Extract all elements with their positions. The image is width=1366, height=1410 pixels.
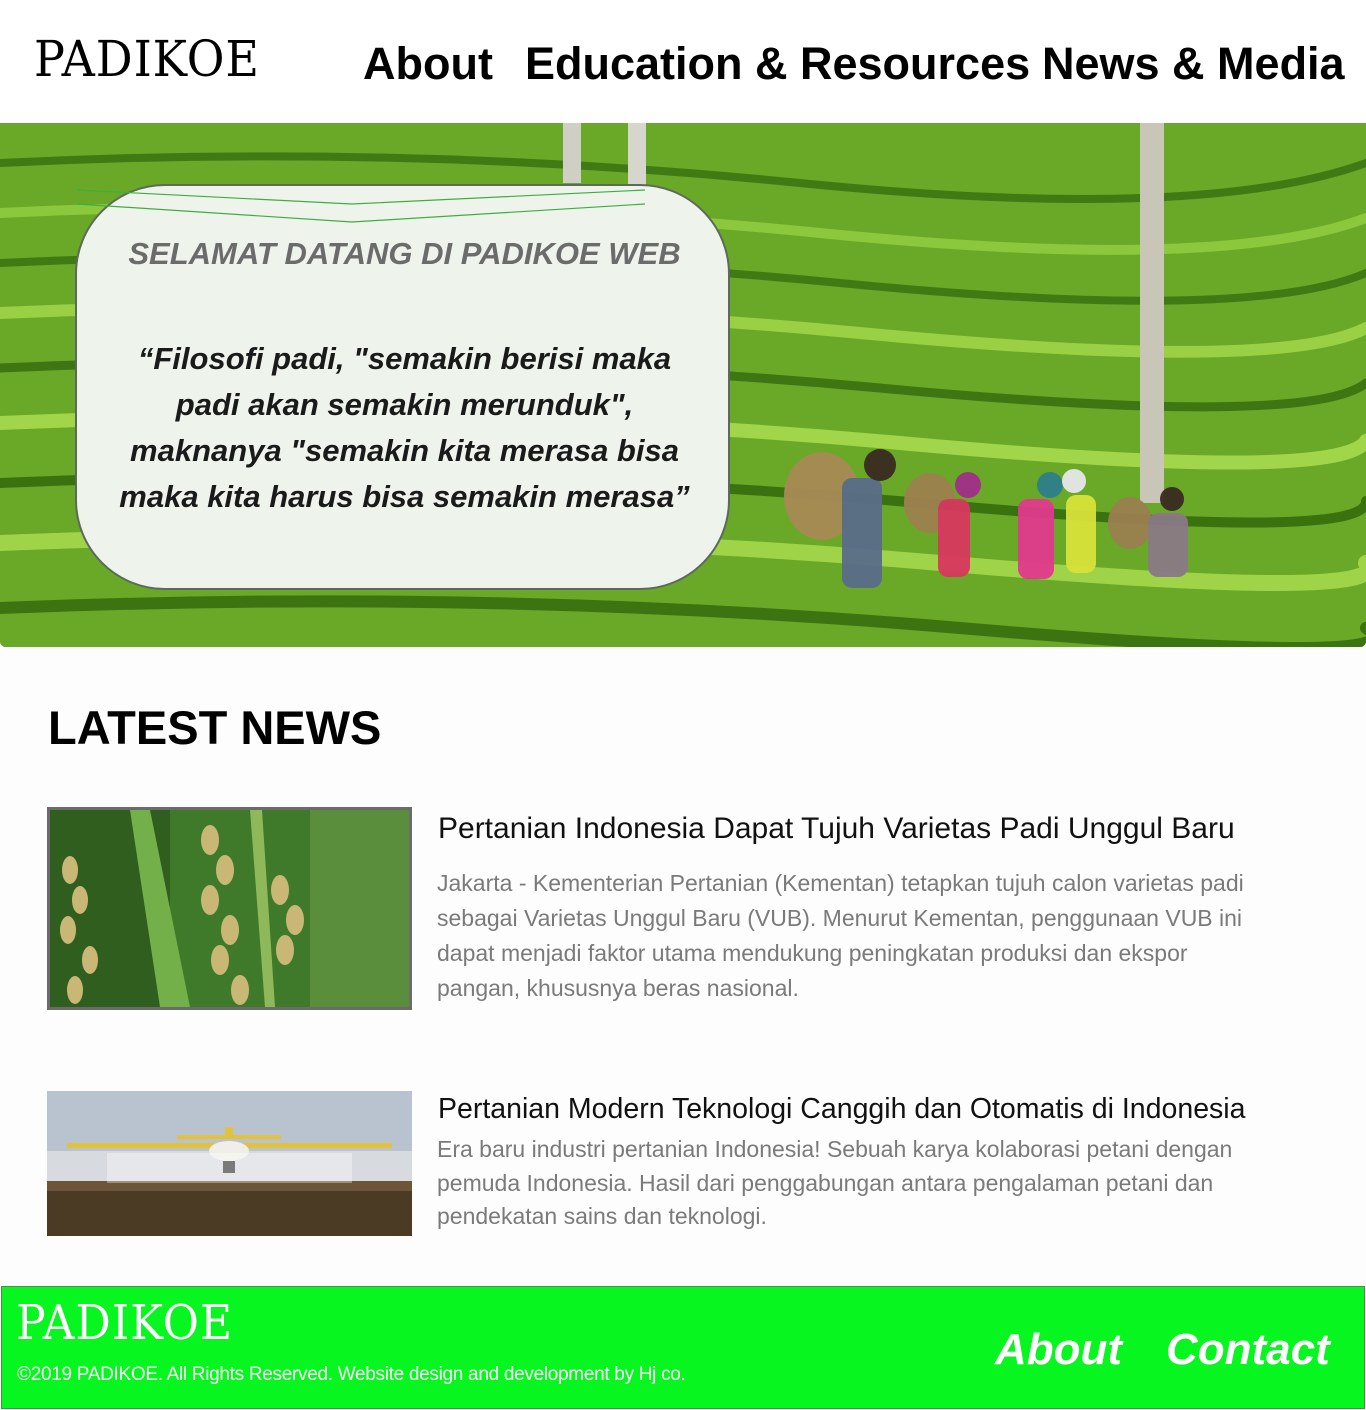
rice-plant-image [50, 810, 409, 1007]
news-1-summary: Jakarta - Kementerian Pertanian (Kementa… [437, 870, 1244, 1001]
site-header: PADIKOE About Education & Resources News… [0, 0, 1366, 122]
crop-duster-plane-image [47, 1091, 412, 1236]
news-2-image[interactable] [47, 1091, 412, 1236]
nav-about[interactable]: About [363, 38, 493, 90]
nav-news-media[interactable]: News & Media [1042, 38, 1345, 90]
welcome-title: SELAMAT DATANG DI PADIKOE WEB [128, 236, 681, 271]
site-footer: PADIKOE ©2019 PADIKOE. All Rights Reserv… [1, 1286, 1365, 1409]
footer-link-contact[interactable]: Contact [1166, 1325, 1330, 1375]
welcome-card: SELAMAT DATANG DI PADIKOE WEB “Filosofi … [75, 184, 730, 590]
welcome-divider [77, 189, 646, 223]
hero-banner: SELAMAT DATANG DI PADIKOE WEB “Filosofi … [0, 123, 1366, 647]
news-1-image[interactable] [47, 807, 412, 1010]
news-1-title[interactable]: Pertanian Indonesia Dapat Tujuh Varietas… [438, 812, 1235, 846]
site-logo[interactable]: PADIKOE [34, 30, 260, 88]
latest-news-heading: LATEST NEWS [48, 701, 382, 754]
footer-link-about[interactable]: About [995, 1325, 1122, 1375]
nav-education-resources[interactable]: Education & Resources [525, 38, 1030, 90]
news-2-title[interactable]: Pertanian Modern Teknologi Canggih dan O… [438, 1093, 1246, 1126]
footer-copyright: ©2019 PADIKOE. All Rights Reserved. Webs… [17, 1364, 686, 1385]
welcome-quote: “Filosofi padi, "semakin berisi maka pad… [119, 341, 690, 514]
footer-logo[interactable]: PADIKOE [16, 1295, 233, 1351]
news-2-summary: Era baru industri pertanian Indonesia! S… [437, 1136, 1233, 1229]
